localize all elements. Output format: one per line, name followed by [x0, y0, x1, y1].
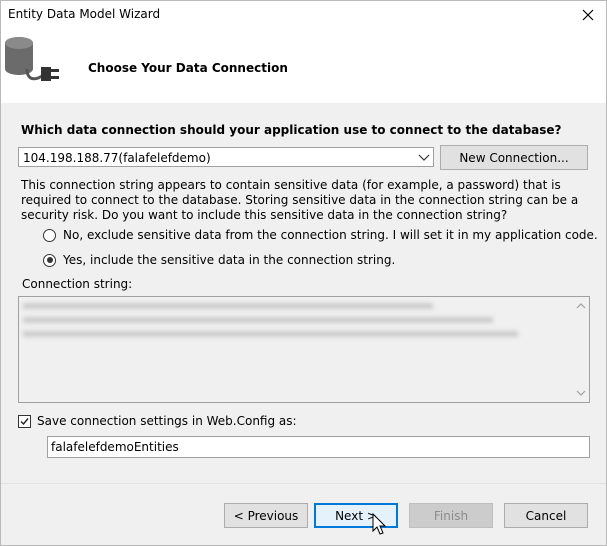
- radio-exclude-sensitive[interactable]: No, exclude sensitive data from the conn…: [43, 227, 598, 243]
- page-title: Choose Your Data Connection: [88, 61, 288, 75]
- checkmark-icon: [20, 417, 29, 425]
- new-connection-button[interactable]: New Connection...: [440, 145, 588, 170]
- save-settings-checkbox[interactable]: [18, 414, 31, 428]
- radio-exclude-label: No, exclude sensitive data from the conn…: [63, 228, 598, 242]
- close-button[interactable]: [576, 4, 600, 26]
- connection-string-box[interactable]: [18, 296, 590, 403]
- window-title: Entity Data Model Wizard: [8, 7, 161, 21]
- radio-include-sensitive[interactable]: Yes, include the sensitive data in the c…: [43, 252, 395, 268]
- blurred-text-line: [23, 303, 433, 309]
- blurred-text-line: [23, 317, 493, 323]
- entity-name-input[interactable]: [47, 436, 590, 458]
- connection-string-label: Connection string:: [22, 277, 133, 291]
- mouse-cursor-icon: [372, 513, 387, 535]
- radio-include-label: Yes, include the sensitive data in the c…: [63, 253, 396, 267]
- connection-string-scrollbar[interactable]: [573, 297, 589, 402]
- radio-button-include[interactable]: [43, 253, 56, 267]
- blurred-text-line: [23, 331, 518, 337]
- save-settings-checkbox-row[interactable]: Save connection settings in Web.Config a…: [18, 413, 297, 429]
- divider: [1, 483, 606, 484]
- connection-select-value: 104.198.188.77(falafelefdemo): [23, 151, 211, 165]
- radio-button-exclude[interactable]: [43, 228, 56, 242]
- connection-question: Which data connection should your applic…: [21, 123, 562, 137]
- previous-button[interactable]: < Previous: [224, 503, 308, 528]
- finish-button[interactable]: Finish: [409, 503, 493, 528]
- header-area: Entity Data Model Wizard Choose Your Dat…: [1, 1, 606, 103]
- sensitive-data-notice: This connection string appears to contai…: [21, 178, 579, 222]
- scroll-up-arrow-icon[interactable]: [576, 302, 586, 310]
- chevron-down-icon: [418, 154, 430, 161]
- close-icon: [582, 9, 594, 21]
- cancel-button[interactable]: Cancel: [504, 503, 588, 528]
- connection-select[interactable]: 104.198.188.77(falafelefdemo): [18, 147, 434, 167]
- scroll-down-arrow-icon[interactable]: [576, 389, 586, 397]
- save-settings-label: Save connection settings in Web.Config a…: [37, 414, 297, 428]
- database-connection-icon: [5, 37, 59, 81]
- wizard-window: Entity Data Model Wizard Choose Your Dat…: [0, 0, 607, 546]
